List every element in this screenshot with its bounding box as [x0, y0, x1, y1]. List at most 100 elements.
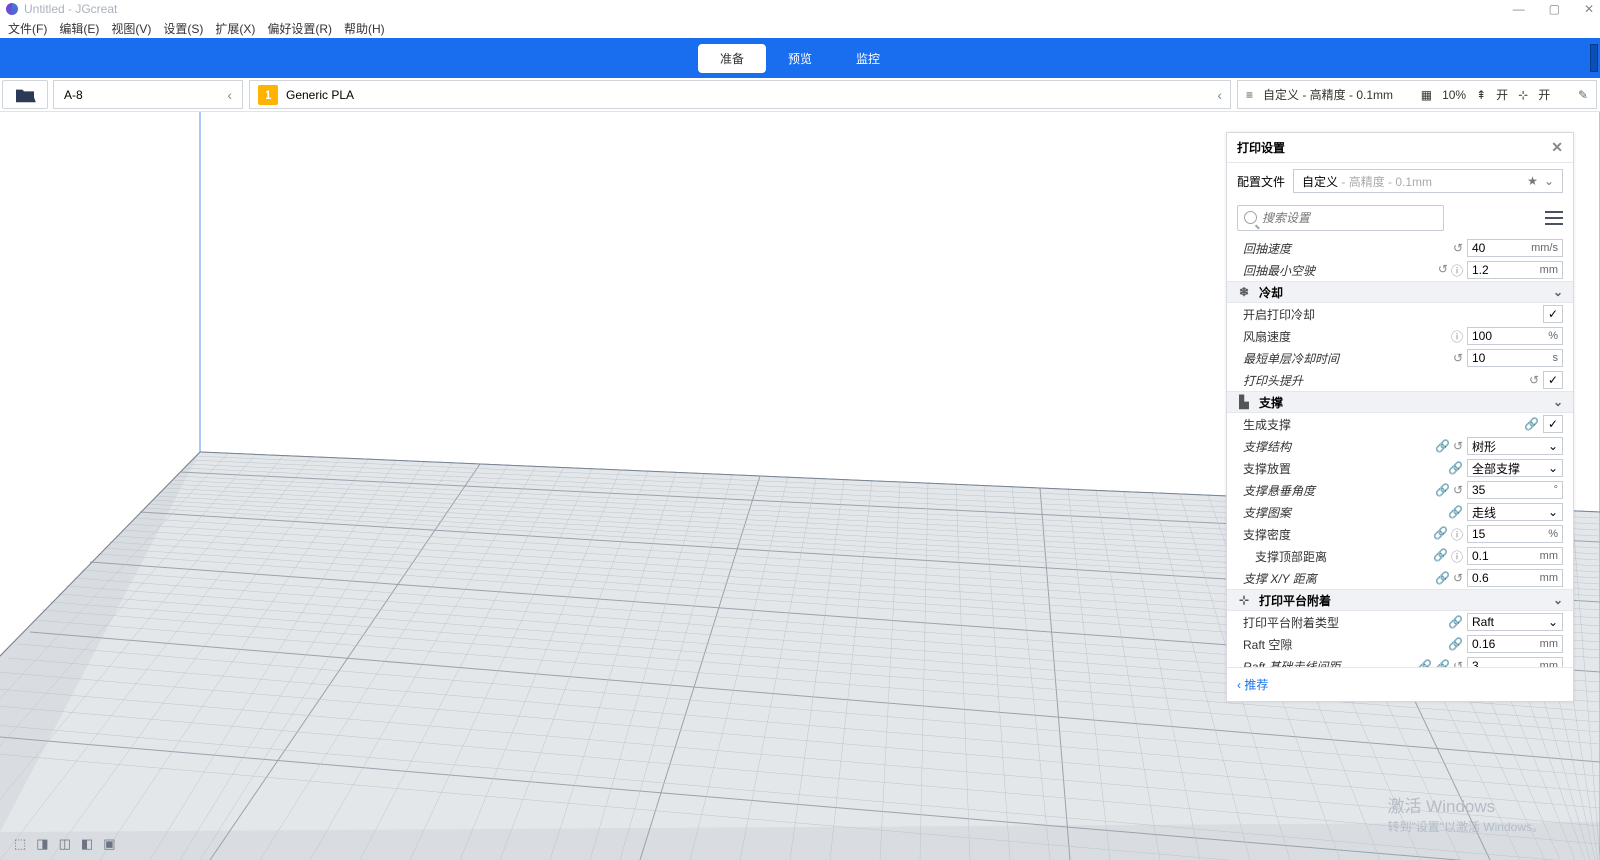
reset-icon[interactable]: ↺: [1529, 373, 1539, 387]
select-adh-type[interactable]: Raft⌄: [1467, 613, 1563, 631]
section-support[interactable]: ▙ 支撑 ⌄: [1227, 391, 1573, 413]
reset-icon[interactable]: ↺: [1453, 571, 1463, 585]
field-retract-speed[interactable]: mm/s: [1467, 239, 1563, 257]
recommend-link[interactable]: ‹ 推荐: [1237, 678, 1268, 692]
input-raft-gap[interactable]: [1468, 637, 1522, 651]
select-support-struct[interactable]: 树形⌄: [1467, 437, 1563, 455]
menu-file[interactable]: 文件(F): [4, 20, 51, 37]
folder-open-icon: [14, 86, 36, 104]
input-top-dist[interactable]: [1468, 549, 1522, 563]
field-top-dist[interactable]: mm: [1467, 547, 1563, 565]
input-raft-line[interactable]: [1468, 659, 1522, 667]
menu-help[interactable]: 帮助(H): [340, 20, 389, 37]
menubar: 文件(F) 编辑(E) 视图(V) 设置(S) 扩展(X) 偏好设置(R) 帮助…: [0, 18, 1600, 38]
reset-icon[interactable]: ↺: [1453, 351, 1463, 365]
link-icon[interactable]: 🔗: [1448, 505, 1463, 519]
stage-tabbar: 准备 预览 监控: [0, 38, 1600, 78]
input-min-layer-time[interactable]: [1468, 351, 1522, 365]
input-density[interactable]: [1468, 527, 1522, 541]
infill-icon: ▦: [1421, 88, 1432, 102]
input-retract-speed[interactable]: [1468, 241, 1522, 255]
row-top-dist: 支撑顶部距离 🔗ⓘ mm: [1227, 545, 1573, 567]
check-gen-support[interactable]: ✓: [1543, 415, 1563, 433]
search-wrap: [1237, 205, 1535, 231]
reset-icon[interactable]: ↺: [1453, 439, 1463, 453]
field-retract-min[interactable]: mm: [1467, 261, 1563, 279]
info-icon[interactable]: ⓘ: [1451, 548, 1463, 565]
row-raft-line: Raft 基础走线间距 🔗🔗↺ mm: [1227, 655, 1573, 667]
maximize-button[interactable]: ▢: [1549, 2, 1560, 16]
input-fan-speed[interactable]: [1468, 329, 1522, 343]
section-cooling[interactable]: ❄ 冷却 ⌄: [1227, 281, 1573, 303]
view-left-icon[interactable]: ◧: [81, 836, 93, 852]
link-icon[interactable]: 🔗: [1433, 548, 1448, 565]
info-icon[interactable]: ⓘ: [1451, 526, 1463, 543]
pencil-icon[interactable]: ✎: [1578, 88, 1588, 102]
view-top-icon[interactable]: ◫: [59, 836, 71, 852]
search-input[interactable]: [1237, 205, 1444, 231]
section-adhesion[interactable]: ⊹ 打印平台附着 ⌄: [1227, 589, 1573, 611]
field-xy-dist[interactable]: mm: [1467, 569, 1563, 587]
star-icon[interactable]: ★: [1527, 174, 1538, 188]
input-overhang[interactable]: [1468, 483, 1522, 497]
view-front-icon[interactable]: ◨: [36, 836, 48, 852]
row-adh-type: 打印平台附着类型 🔗 Raft⌄: [1227, 611, 1573, 633]
menu-preferences[interactable]: 偏好设置(R): [263, 20, 336, 37]
search-icon: [1244, 211, 1257, 224]
info-icon[interactable]: ⓘ: [1451, 262, 1463, 279]
menu-settings[interactable]: 设置(S): [159, 20, 207, 37]
row-enable-cooling: 开启打印冷却 ✓: [1227, 303, 1573, 325]
link-icon[interactable]: 🔗: [1435, 483, 1450, 497]
check-head-lift[interactable]: ✓: [1543, 371, 1563, 389]
settings-scroll[interactable]: 回抽速度 ↺ mm/s 回抽最小空驶 ↺ⓘ mm ❄ 冷却 ⌄ 开启打印冷却 ✓…: [1227, 237, 1573, 667]
info-icon[interactable]: ⓘ: [1451, 328, 1463, 345]
link-icon[interactable]: 🔗: [1435, 571, 1450, 585]
reset-icon[interactable]: ↺: [1453, 659, 1463, 667]
adhesion-section-icon: ⊹: [1237, 593, 1251, 607]
field-overhang[interactable]: °: [1467, 481, 1563, 499]
link-icon[interactable]: 🔗: [1448, 615, 1463, 629]
reset-icon[interactable]: ↺: [1453, 241, 1463, 255]
input-retract-min[interactable]: [1468, 263, 1522, 277]
field-raft-gap[interactable]: mm: [1467, 635, 1563, 653]
printer-selector[interactable]: A-8 ‹: [53, 80, 243, 109]
tab-monitor[interactable]: 监控: [834, 44, 902, 73]
profile-summary[interactable]: ≡ 自定义 - 高精度 - 0.1mm ▦ 10% ⇞ 开 ⊹ 开 ✎: [1237, 80, 1597, 109]
chevron-down-icon[interactable]: ⌄: [1544, 174, 1554, 188]
field-density[interactable]: %: [1467, 525, 1563, 543]
open-file-button[interactable]: [2, 80, 48, 109]
adhesion-state: 开: [1538, 86, 1550, 103]
check-enable-cooling[interactable]: ✓: [1543, 305, 1563, 323]
link-icon[interactable]: 🔗: [1524, 417, 1539, 431]
link-icon[interactable]: 🔗: [1435, 439, 1450, 453]
menu-edit[interactable]: 编辑(E): [55, 20, 103, 37]
input-xy-dist[interactable]: [1468, 571, 1522, 585]
profile-select[interactable]: 自定义 - 高精度 - 0.1mm ★ ⌄: [1293, 169, 1563, 193]
reset-icon[interactable]: ↺: [1453, 483, 1463, 497]
right-slider[interactable]: [1590, 44, 1598, 72]
link-icon[interactable]: 🔗: [1435, 659, 1450, 667]
material-selector[interactable]: 1 Generic PLA ‹: [249, 80, 1231, 109]
tab-preview[interactable]: 预览: [766, 44, 834, 73]
link-icon[interactable]: 🔗: [1417, 659, 1432, 667]
menu-extensions[interactable]: 扩展(X): [211, 20, 259, 37]
select-support-place[interactable]: 全部支撑⌄: [1467, 459, 1563, 477]
link-icon[interactable]: 🔗: [1448, 637, 1463, 651]
close-icon[interactable]: ✕: [1551, 139, 1563, 156]
profile-select-detail: - 高精度 - 0.1mm: [1338, 175, 1432, 189]
menu-view[interactable]: 视图(V): [107, 20, 155, 37]
minimize-button[interactable]: —: [1513, 2, 1525, 16]
settings-visibility-button[interactable]: [1545, 211, 1563, 225]
view-3d-icon[interactable]: ⬚: [14, 836, 26, 852]
select-pattern[interactable]: 走线⌄: [1467, 503, 1563, 521]
link-icon[interactable]: 🔗: [1448, 461, 1463, 475]
chevron-down-icon: ⌄: [1548, 615, 1558, 629]
view-right-icon[interactable]: ▣: [103, 836, 115, 852]
field-min-layer-time[interactable]: s: [1467, 349, 1563, 367]
reset-icon[interactable]: ↺: [1438, 262, 1448, 279]
link-icon[interactable]: 🔗: [1433, 526, 1448, 543]
field-fan-speed[interactable]: %: [1467, 327, 1563, 345]
tab-prepare[interactable]: 准备: [698, 44, 766, 73]
field-raft-line[interactable]: mm: [1467, 657, 1563, 667]
close-button[interactable]: ✕: [1584, 2, 1594, 16]
